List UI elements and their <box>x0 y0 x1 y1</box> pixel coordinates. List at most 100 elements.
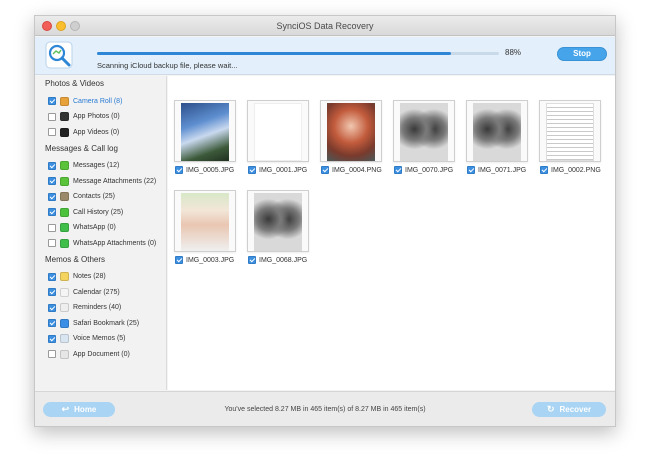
speech-bubble-icon <box>60 161 69 170</box>
photo-checkbox[interactable] <box>175 166 183 174</box>
photo-filename: IMG_0070.JPG <box>405 166 454 174</box>
photo-caption: IMG_0071.JPG <box>467 166 526 174</box>
camera-icon <box>60 112 69 121</box>
sidebar-item[interactable]: Call History (25) <box>48 206 166 218</box>
photo-thumbnail[interactable] <box>539 100 601 162</box>
photo-caption: IMG_0068.JPG <box>248 256 307 264</box>
photo-checkbox[interactable] <box>467 166 475 174</box>
photo-thumbnail-image <box>473 103 521 161</box>
phone-icon <box>60 207 69 217</box>
sidebar-item-label: Reminders (40) <box>73 304 122 311</box>
photo-thumbnail[interactable] <box>320 100 382 162</box>
sidebar-item[interactable]: WhatsApp Attachments (0) <box>48 237 166 249</box>
sidebar-item-checkbox[interactable] <box>48 112 56 121</box>
photo-thumbnail-image <box>254 193 302 251</box>
scan-progress-panel: 88% Scanning iCloud backup file, please … <box>35 37 615 75</box>
compass-icon <box>60 318 69 328</box>
recover-button-label: Recover <box>559 405 592 414</box>
sidebar-item[interactable]: App Videos (0) <box>48 126 166 138</box>
photo-thumbnail[interactable] <box>174 190 236 252</box>
sidebar-item-checkbox[interactable] <box>48 350 56 358</box>
photo-thumbnail-image <box>181 103 229 161</box>
sidebar-item[interactable]: Voice Memos (5) <box>48 333 166 345</box>
sidebar-item[interactable]: Notes (28) <box>48 271 166 283</box>
sidebar-item-label: WhatsApp (0) <box>73 224 116 231</box>
waveform-icon <box>60 334 69 343</box>
sidebar-item-checkbox[interactable] <box>48 288 56 296</box>
photo-thumbnail[interactable] <box>174 100 236 162</box>
photo-caption: IMG_0005.JPG <box>175 166 234 174</box>
photo-thumbnail[interactable] <box>466 100 528 162</box>
sidebar-item-checkbox[interactable] <box>48 128 56 136</box>
photo-filename: IMG_0071.JPG <box>478 166 527 174</box>
sidebar-item-label: Contacts (25) <box>73 193 116 200</box>
flower-icon <box>60 96 69 106</box>
photo-thumbnail-image <box>254 103 302 161</box>
title-bar: SynciOS Data Recovery <box>35 16 615 36</box>
sidebar-item-label: App Videos (0) <box>73 128 120 136</box>
paperclip-icon <box>60 176 69 186</box>
whatsapp-attachment-icon <box>60 238 69 248</box>
stop-button[interactable]: Stop <box>557 47 607 61</box>
sidebar-item-checkbox[interactable] <box>48 303 56 312</box>
sidebar-item[interactable]: Message Attachments (22) <box>48 175 166 187</box>
photo-checkbox[interactable] <box>175 256 183 264</box>
sidebar-group-title: Messages & Call log <box>45 143 118 153</box>
sidebar-item[interactable]: WhatsApp (0) <box>48 222 166 234</box>
sidebar-item-label: Camera Roll (8) <box>73 97 123 105</box>
photo-thumbnail[interactable] <box>393 100 455 162</box>
photo-thumbnail[interactable] <box>247 100 309 162</box>
photo-checkbox[interactable] <box>394 166 402 174</box>
sidebar-item[interactable]: Contacts (25) <box>48 191 166 203</box>
contacts-book-icon <box>60 192 69 201</box>
photo-caption: IMG_0001.JPG <box>248 166 307 174</box>
sidebar-item[interactable]: App Photos (0) <box>48 111 166 123</box>
reminders-icon <box>60 303 69 312</box>
thumbnail-grid: IMG_0005.JPG IMG_0001.JPG IMG_0004.PNG IMG_… <box>168 76 615 390</box>
clapper-icon <box>60 127 69 137</box>
magnifier-logo-icon <box>45 41 73 69</box>
photo-checkbox[interactable] <box>321 166 329 174</box>
document-icon <box>60 349 69 359</box>
sidebar-item-checkbox[interactable] <box>48 192 56 201</box>
window-title: SynciOS Data Recovery <box>276 21 374 31</box>
scan-progress-percent: 88% <box>505 48 522 57</box>
sidebar-item-checkbox[interactable] <box>48 272 56 281</box>
scan-progress-fill <box>97 52 451 55</box>
photo-filename: IMG_0003.JPG <box>186 256 235 264</box>
photo-filename: IMG_0005.JPG <box>186 166 235 174</box>
photo-checkbox[interactable] <box>248 256 256 264</box>
footer-bar: ↩ Home You've selected 8.27 MB in 465 it… <box>35 391 615 426</box>
sidebar-item[interactable]: Reminders (40) <box>48 302 166 314</box>
recover-button[interactable]: ↻ Recover <box>532 402 606 417</box>
sidebar-group-title: Memos & Others <box>45 254 106 264</box>
sidebar-item-checkbox[interactable] <box>48 208 56 216</box>
photo-checkbox[interactable] <box>248 166 256 174</box>
sidebar-item[interactable]: Camera Roll (8) <box>48 95 166 107</box>
sidebar-item-checkbox[interactable] <box>48 223 56 232</box>
sidebar-item-checkbox[interactable] <box>48 319 56 327</box>
sidebar-item-checkbox[interactable] <box>48 239 56 247</box>
sidebar-item-label: Safari Bookmark (25) <box>73 319 140 327</box>
sidebar-item-checkbox[interactable] <box>48 97 56 105</box>
sidebar-item-checkbox[interactable] <box>48 177 56 185</box>
sidebar-item-checkbox[interactable] <box>48 161 56 170</box>
sidebar-item-label: Messages (12) <box>73 162 120 169</box>
sidebar-item[interactable]: Safari Bookmark (25) <box>48 317 166 329</box>
photo-thumbnail-image <box>181 193 229 251</box>
photo-filename: IMG_0002.PNG <box>551 166 601 174</box>
sidebar-item-label: WhatsApp Attachments (0) <box>73 239 157 247</box>
recover-arrow-icon: ↻ <box>546 404 555 414</box>
photo-caption: IMG_0002.PNG <box>540 166 601 174</box>
photo-thumbnail[interactable] <box>247 190 309 252</box>
photo-caption: IMG_0004.PNG <box>321 166 382 174</box>
photo-checkbox[interactable] <box>540 166 548 174</box>
selection-summary: You've selected 8.27 MB in 465 item(s) o… <box>224 406 426 413</box>
sidebar-item-checkbox[interactable] <box>48 334 56 343</box>
sidebar-item-label: Calendar (275) <box>73 288 120 296</box>
sidebar-item-label: Notes (28) <box>73 273 106 280</box>
sidebar-item[interactable]: Messages (12) <box>48 160 166 172</box>
sidebar-item[interactable]: Calendar (275) <box>48 286 166 298</box>
scan-progress-bar <box>97 52 499 55</box>
sidebar-item[interactable]: App Document (0) <box>48 348 166 360</box>
